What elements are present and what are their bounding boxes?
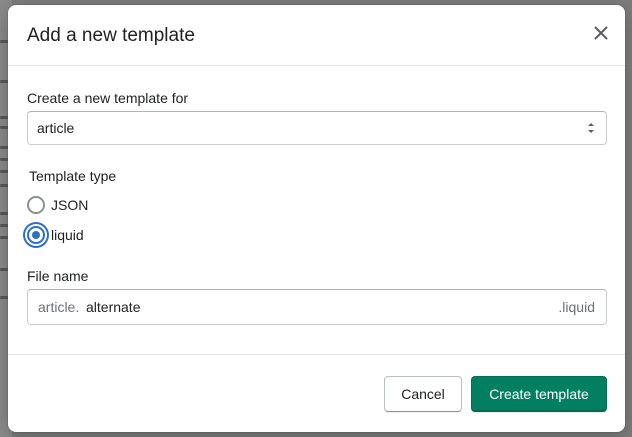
footer-divider [8,354,625,355]
file-name-prefix: article. [38,299,80,315]
cancel-button[interactable]: Cancel [384,376,462,412]
file-name-input[interactable] [86,296,486,318]
file-name-field[interactable]: article. .liquid [27,289,607,325]
radio-liquid-label: liquid [51,227,84,243]
add-template-modal: Add a new template Create a new template… [8,5,625,432]
template-for-label: Create a new template for [27,90,189,106]
select-arrows-icon [588,123,594,133]
radio-liquid[interactable] [27,226,45,244]
template-for-select[interactable]: article [27,111,607,145]
close-icon [594,26,608,40]
modal-title: Add a new template [27,25,195,46]
radio-json-label: JSON [51,197,89,213]
radio-json[interactable] [27,196,45,214]
file-name-suffix: .liquid [558,299,595,315]
file-name-label: File name [27,268,89,284]
template-for-value: article [37,120,75,136]
template-type-label: Template type [29,168,117,184]
close-button[interactable] [590,22,612,44]
modal-header: Add a new template [8,5,625,66]
create-template-button[interactable]: Create template [471,376,607,412]
